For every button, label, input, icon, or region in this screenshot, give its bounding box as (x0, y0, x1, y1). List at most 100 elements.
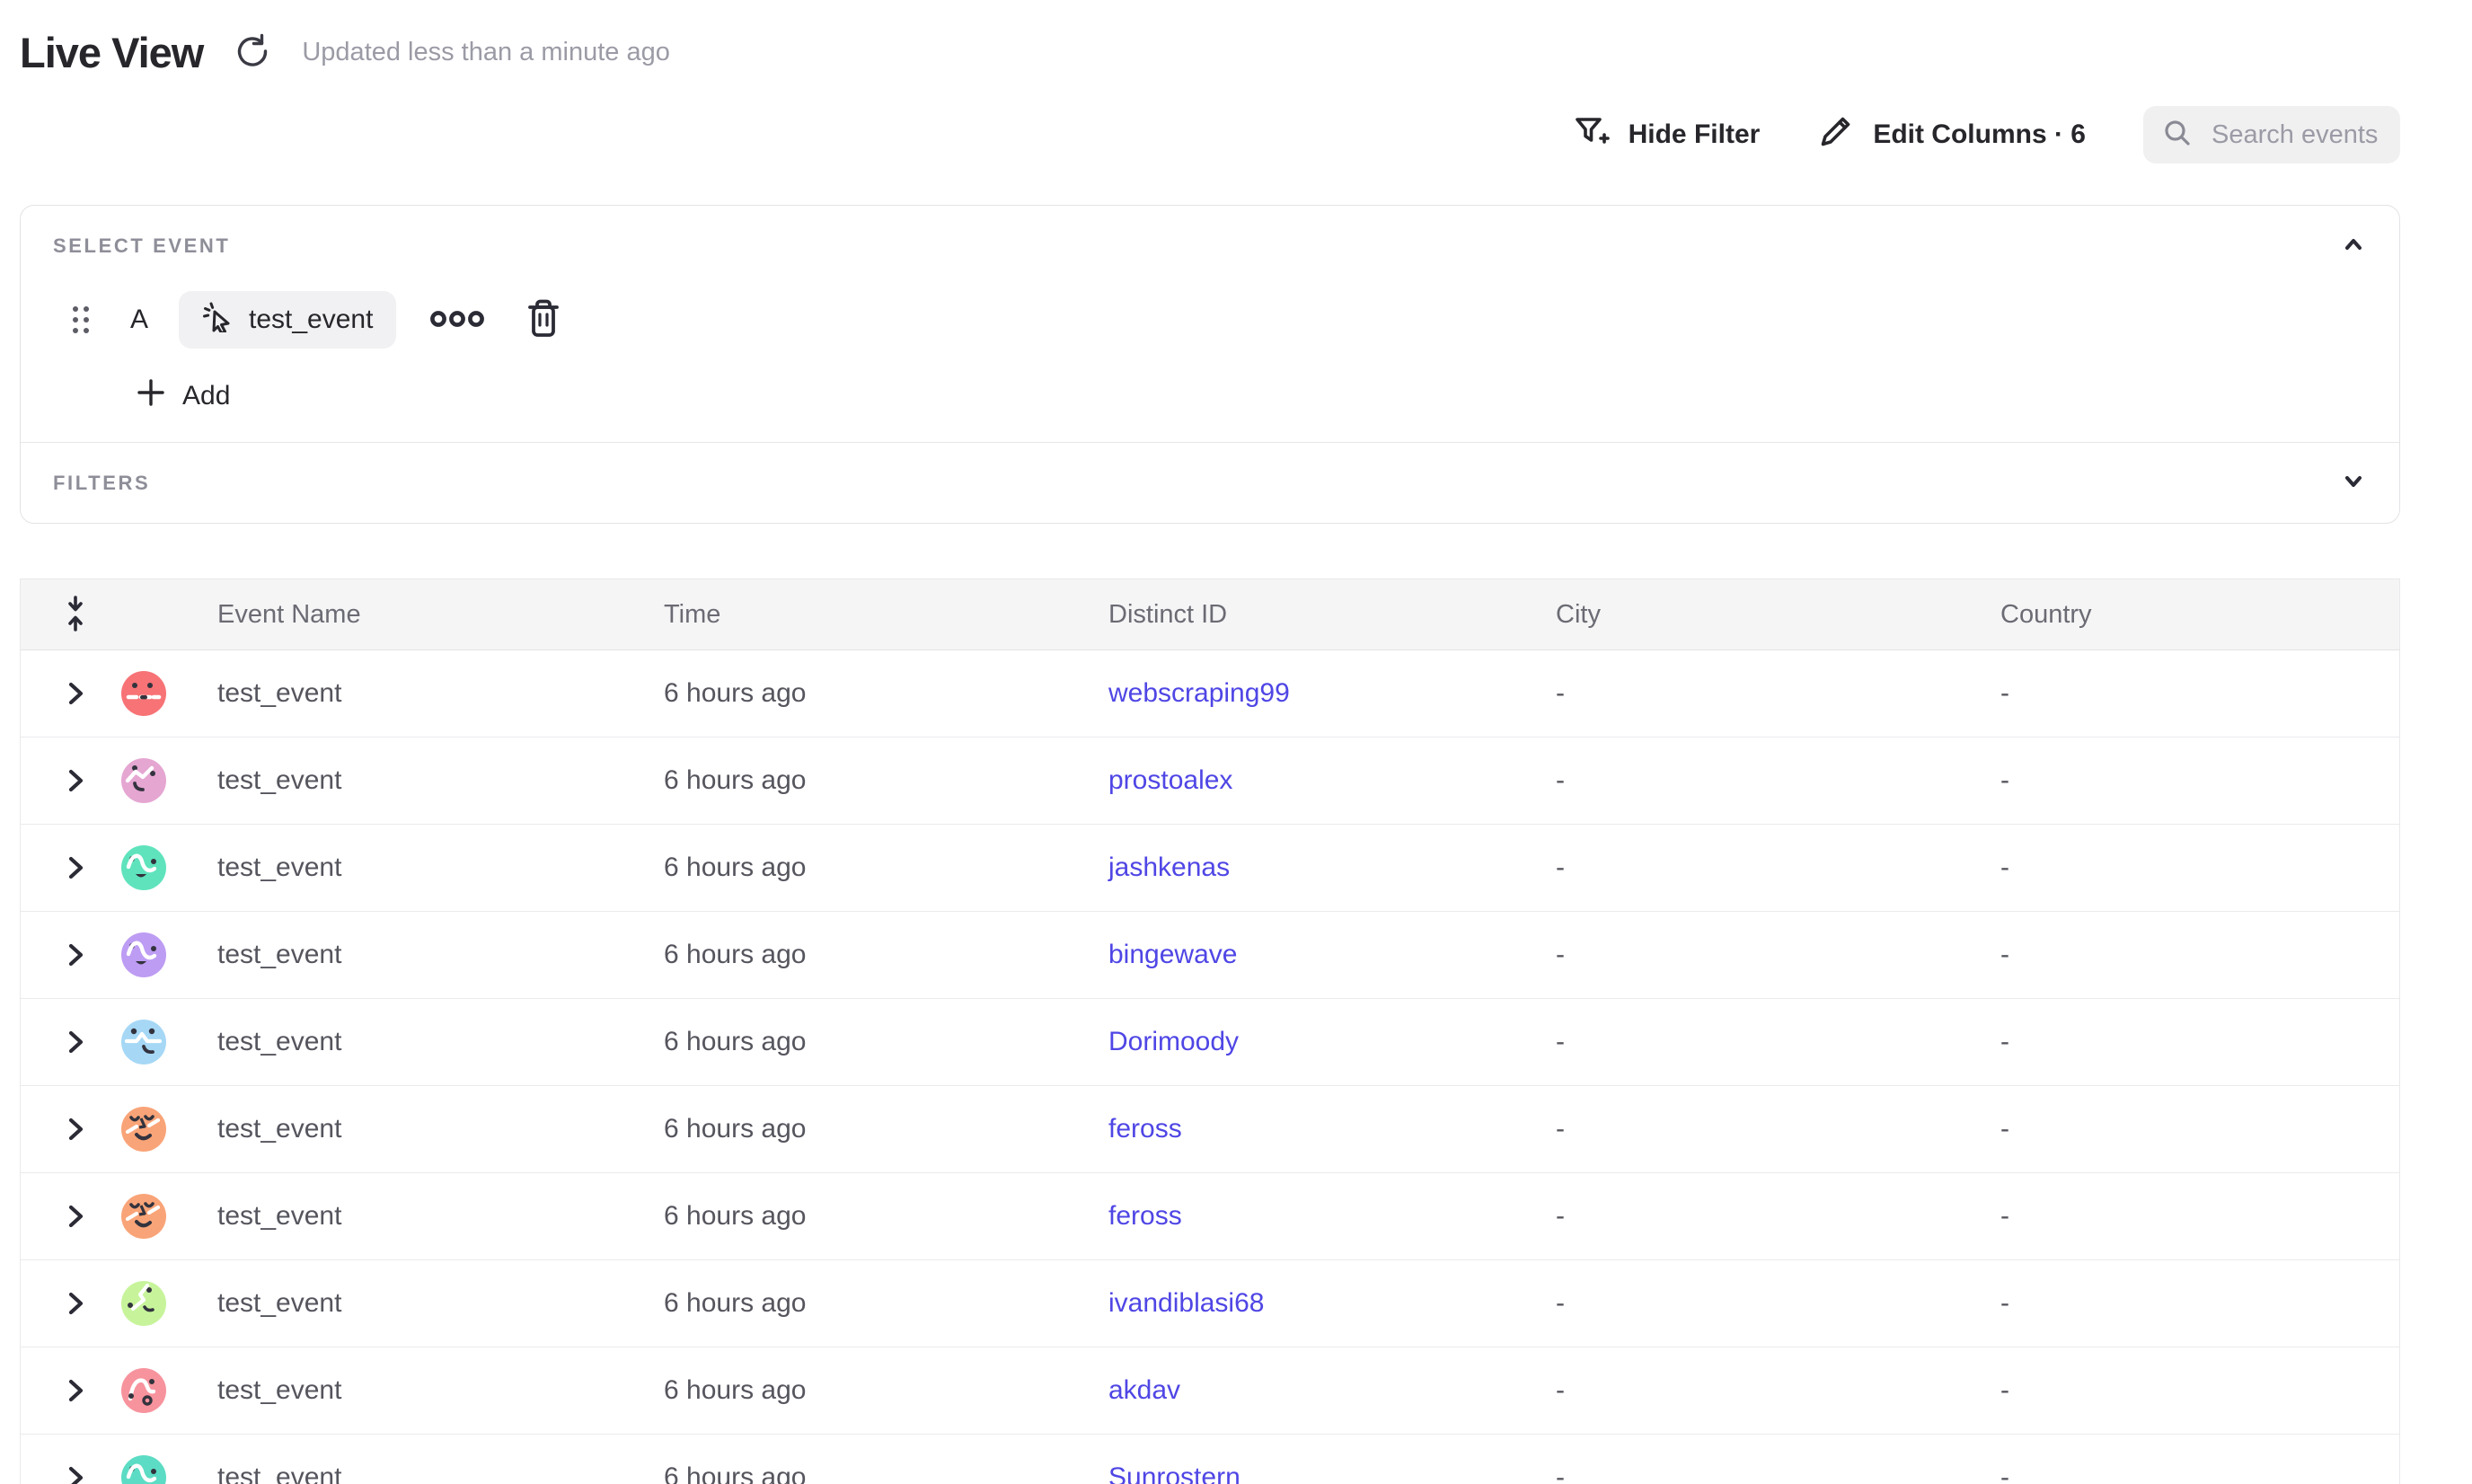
distinct-id-link[interactable]: jashkenas (1108, 852, 1230, 883)
country-cell: - (2000, 1462, 2399, 1484)
search-box (2143, 106, 2400, 163)
table-row[interactable]: test_event 6 hours ago akdav - - (21, 1347, 2399, 1435)
distinct-id-link[interactable]: ivandiblasi68 (1108, 1288, 1264, 1319)
table-row[interactable]: test_event 6 hours ago prostoalex - - (21, 738, 2399, 825)
distinct-id-link[interactable]: bingewave (1108, 940, 1237, 970)
collapse-rows-icon (57, 594, 93, 636)
chevron-down-icon (2340, 468, 2367, 498)
column-header-event-name[interactable]: Event Name (217, 600, 664, 630)
edit-columns-button[interactable]: Edit Columns · 6 (1817, 112, 2086, 157)
column-header-city[interactable]: City (1556, 600, 2000, 630)
table-row[interactable]: test_event 6 hours ago Dorimoody - - (21, 999, 2399, 1086)
expand-row-icon[interactable] (63, 1201, 88, 1232)
table-row[interactable]: test_event 6 hours ago jashkenas - - (21, 825, 2399, 912)
user-avatar (121, 671, 166, 716)
distinct-id-link[interactable]: Dorimoody (1108, 1027, 1239, 1057)
filters-section: FILTERS (21, 443, 2399, 523)
city-cell: - (1556, 1114, 2000, 1144)
expand-row-icon[interactable] (63, 1462, 88, 1484)
refresh-icon (234, 32, 271, 73)
user-avatar (121, 1281, 166, 1326)
city-cell: - (1556, 765, 2000, 796)
delete-event-button[interactable] (524, 298, 563, 342)
city-cell: - (1556, 1462, 2000, 1484)
country-cell: - (2000, 765, 2399, 796)
city-cell: - (1556, 1375, 2000, 1406)
table-row[interactable]: test_event 6 hours ago feross - - (21, 1086, 2399, 1173)
events-table: Event Name Time Distinct ID City Country… (20, 579, 2400, 1484)
table-row[interactable]: test_event 6 hours ago feross - - (21, 1173, 2399, 1260)
time-cell: 6 hours ago (664, 940, 1108, 970)
pencil-icon (1817, 112, 1855, 157)
user-avatar (121, 1194, 166, 1239)
expand-row-icon[interactable] (63, 678, 88, 709)
city-cell: - (1556, 1288, 2000, 1319)
search-input[interactable] (2210, 119, 2393, 151)
user-avatar (121, 1368, 166, 1413)
expand-row-icon[interactable] (63, 1288, 88, 1319)
expand-row-icon[interactable] (63, 852, 88, 883)
more-options-button[interactable] (428, 309, 486, 331)
hide-filter-button[interactable]: Hide Filter (1571, 111, 1761, 158)
add-event-button[interactable]: Add (136, 375, 230, 417)
select-event-section: SELECT EVENT A (21, 206, 2399, 442)
time-cell: 6 hours ago (664, 1375, 1108, 1406)
distinct-id-link[interactable]: prostoalex (1108, 765, 1232, 796)
event-name-cell: test_event (217, 1375, 664, 1406)
event-name-cell: test_event (217, 1201, 664, 1232)
distinct-id-link[interactable]: feross (1108, 1114, 1182, 1144)
collapse-section-button[interactable] (2340, 231, 2367, 261)
user-avatar (121, 845, 166, 890)
add-label: Add (182, 381, 230, 411)
time-cell: 6 hours ago (664, 852, 1108, 883)
filter-plus-icon (1571, 111, 1611, 158)
live-view-page: Live View Updated less than a minute ago… (0, 27, 2472, 1484)
expand-filters-button[interactable] (2340, 468, 2367, 498)
user-avatar (121, 1455, 166, 1484)
event-name-cell: test_event (217, 940, 664, 970)
search-icon (2161, 117, 2194, 154)
city-cell: - (1556, 852, 2000, 883)
event-name-cell: test_event (217, 765, 664, 796)
expand-row-icon[interactable] (63, 1114, 88, 1144)
drag-handle[interactable] (73, 306, 89, 333)
country-cell: - (2000, 940, 2399, 970)
table-row[interactable]: test_event 6 hours ago Sunrostern - - (21, 1435, 2399, 1484)
column-header-distinct-id[interactable]: Distinct ID (1108, 600, 1556, 630)
country-cell: - (2000, 1201, 2399, 1232)
page-header: Live View Updated less than a minute ago (20, 27, 2400, 77)
time-cell: 6 hours ago (664, 1288, 1108, 1319)
expand-row-icon[interactable] (63, 765, 88, 796)
collapse-all-button[interactable] (57, 594, 93, 636)
column-header-time[interactable]: Time (664, 600, 1108, 630)
distinct-id-link[interactable]: Sunrostern (1108, 1462, 1240, 1484)
table-body: test_event 6 hours ago webscraping99 - -… (21, 650, 2399, 1484)
time-cell: 6 hours ago (664, 1027, 1108, 1057)
distinct-id-link[interactable]: webscraping99 (1108, 678, 1290, 709)
query-builder-panel: SELECT EVENT A (20, 205, 2400, 524)
refresh-button[interactable] (234, 32, 271, 73)
trash-icon (524, 298, 563, 342)
select-event-label: SELECT EVENT (53, 234, 230, 258)
event-select-button[interactable]: test_event (179, 291, 396, 349)
table-row[interactable]: test_event 6 hours ago ivandiblasi68 - - (21, 1260, 2399, 1347)
edit-columns-label: Edit Columns · 6 (1873, 119, 2086, 150)
user-avatar (121, 758, 166, 803)
table-row[interactable]: test_event 6 hours ago webscraping99 - - (21, 650, 2399, 738)
table-row[interactable]: test_event 6 hours ago bingewave - - (21, 912, 2399, 999)
time-cell: 6 hours ago (664, 1462, 1108, 1484)
expand-row-icon[interactable] (63, 1027, 88, 1057)
distinct-id-link[interactable]: feross (1108, 1201, 1182, 1232)
chevron-up-icon (2340, 231, 2367, 261)
city-cell: - (1556, 678, 2000, 709)
expand-row-icon[interactable] (63, 940, 88, 970)
user-avatar (121, 1020, 166, 1064)
expand-row-icon[interactable] (63, 1375, 88, 1406)
distinct-id-link[interactable]: akdav (1108, 1375, 1180, 1406)
plus-icon (136, 377, 166, 415)
event-name-cell: test_event (217, 1288, 664, 1319)
column-header-country[interactable]: Country (2000, 600, 2399, 630)
country-cell: - (2000, 678, 2399, 709)
event-name-cell: test_event (217, 852, 664, 883)
city-cell: - (1556, 1201, 2000, 1232)
